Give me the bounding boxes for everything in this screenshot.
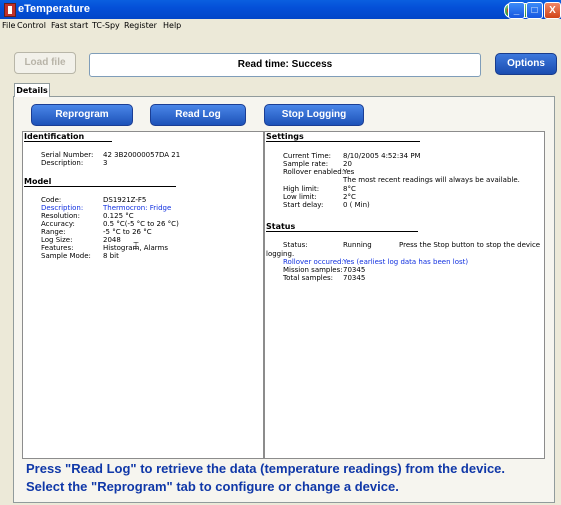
code-value: DS1921Z-F5 [103, 196, 147, 204]
status-label: Status: [283, 241, 308, 249]
menu-register[interactable]: Register [124, 21, 157, 30]
maximize-button[interactable]: □ [526, 2, 543, 19]
minimize-button[interactable]: _ [508, 2, 525, 19]
device-info-pane[interactable] [22, 131, 264, 459]
instructions-line-1: Press "Read Log" to retrieve the data (t… [26, 461, 506, 476]
text-cursor-icon: ⌶ [133, 241, 139, 252]
model-description-value: Thermocron: Fridge [103, 204, 172, 212]
reprogram-button[interactable]: Reprogram [31, 104, 133, 126]
rollover-occured-value: Yes (earliest log data has been lost) [343, 258, 469, 266]
status-divider [266, 231, 418, 232]
menu-control[interactable]: Control [17, 21, 46, 30]
sample-rate-value: 20 [343, 160, 352, 168]
identification-heading: Identification [24, 132, 85, 141]
current-time-value: 8/10/2005 4:52:34 PM [343, 152, 421, 160]
current-time-label: Current Time: [283, 152, 332, 160]
status-note: Press the Stop button to stop the device [399, 241, 541, 249]
status-heading: Status [266, 222, 296, 231]
model-description-label: Description: [41, 204, 84, 212]
instructions-text: Press "Read Log" to retrieve the data (t… [26, 460, 556, 496]
rollover-enabled-label: Rollover enabled: [283, 168, 345, 176]
load-file-button[interactable]: Load file [14, 52, 76, 74]
resolution-value: 0.125 °C [103, 212, 134, 220]
identification-divider [24, 141, 112, 142]
low-limit-label: Low limit: [283, 193, 317, 201]
settings-divider [266, 141, 420, 142]
options-button[interactable]: Options [495, 53, 557, 75]
menu-file[interactable]: File [2, 21, 15, 30]
log-size-value: 2048 [103, 236, 121, 244]
start-delay-label: Start delay: [283, 201, 324, 209]
app-icon[interactable] [4, 3, 16, 17]
resolution-label: Resolution: [41, 212, 80, 220]
start-delay-value: 0 ( Min) [343, 201, 370, 209]
status-note-cont: logging. [266, 250, 295, 258]
rollover-note: The most recent readings will always be … [343, 176, 520, 184]
range-label: Range: [41, 228, 66, 236]
status-value: Running [343, 241, 372, 249]
description-label: Description: [41, 159, 84, 167]
model-divider [24, 186, 176, 187]
accuracy-value: 0.5 °C(-5 °C to 26 °C) [103, 220, 179, 228]
description-value: 3 [103, 159, 108, 167]
low-limit-value: 2°C [343, 193, 356, 201]
stop-logging-button[interactable]: Stop Logging [264, 104, 364, 126]
code-label: Code: [41, 196, 62, 204]
read-log-button[interactable]: Read Log [150, 104, 246, 126]
serial-number-label: Serial Number: [41, 151, 94, 159]
serial-number-value: 42 3B20000057DA 21 [103, 151, 181, 159]
menu-fast-start[interactable]: Fast start [51, 21, 88, 30]
total-samples-label: Total samples: [283, 274, 334, 282]
rollover-enabled-value: Yes [343, 168, 355, 176]
sample-mode-label: Sample Mode: [41, 252, 91, 260]
high-limit-value: 8°C [343, 185, 356, 193]
high-limit-label: High limit: [283, 185, 320, 193]
tab-details[interactable]: Details [14, 83, 50, 97]
features-label: Features: [41, 244, 74, 252]
menu-help[interactable]: Help [163, 21, 181, 30]
sample-rate-label: Sample rate: [283, 160, 329, 168]
status-field: Read time: Success [89, 53, 481, 77]
mission-samples-label: Mission samples: [283, 266, 343, 274]
mission-samples-value: 70345 [343, 266, 366, 274]
sample-mode-value: 8 bit [103, 252, 119, 260]
total-samples-value: 70345 [343, 274, 366, 282]
model-heading: Model [24, 177, 52, 186]
menu-tc-spy[interactable]: TC-Spy [92, 21, 120, 30]
window-title: eTemperature [18, 3, 90, 15]
range-value: -5 °C to 26 °C [103, 228, 152, 236]
settings-heading: Settings [266, 132, 304, 141]
log-size-label: Log Size: [41, 236, 73, 244]
close-button[interactable]: X [544, 2, 561, 19]
accuracy-label: Accuracy: [41, 220, 75, 228]
instructions-line-2: Select the "Reprogram" tab to configure … [26, 479, 399, 494]
rollover-occured-label: Rollover occured: [283, 258, 344, 266]
